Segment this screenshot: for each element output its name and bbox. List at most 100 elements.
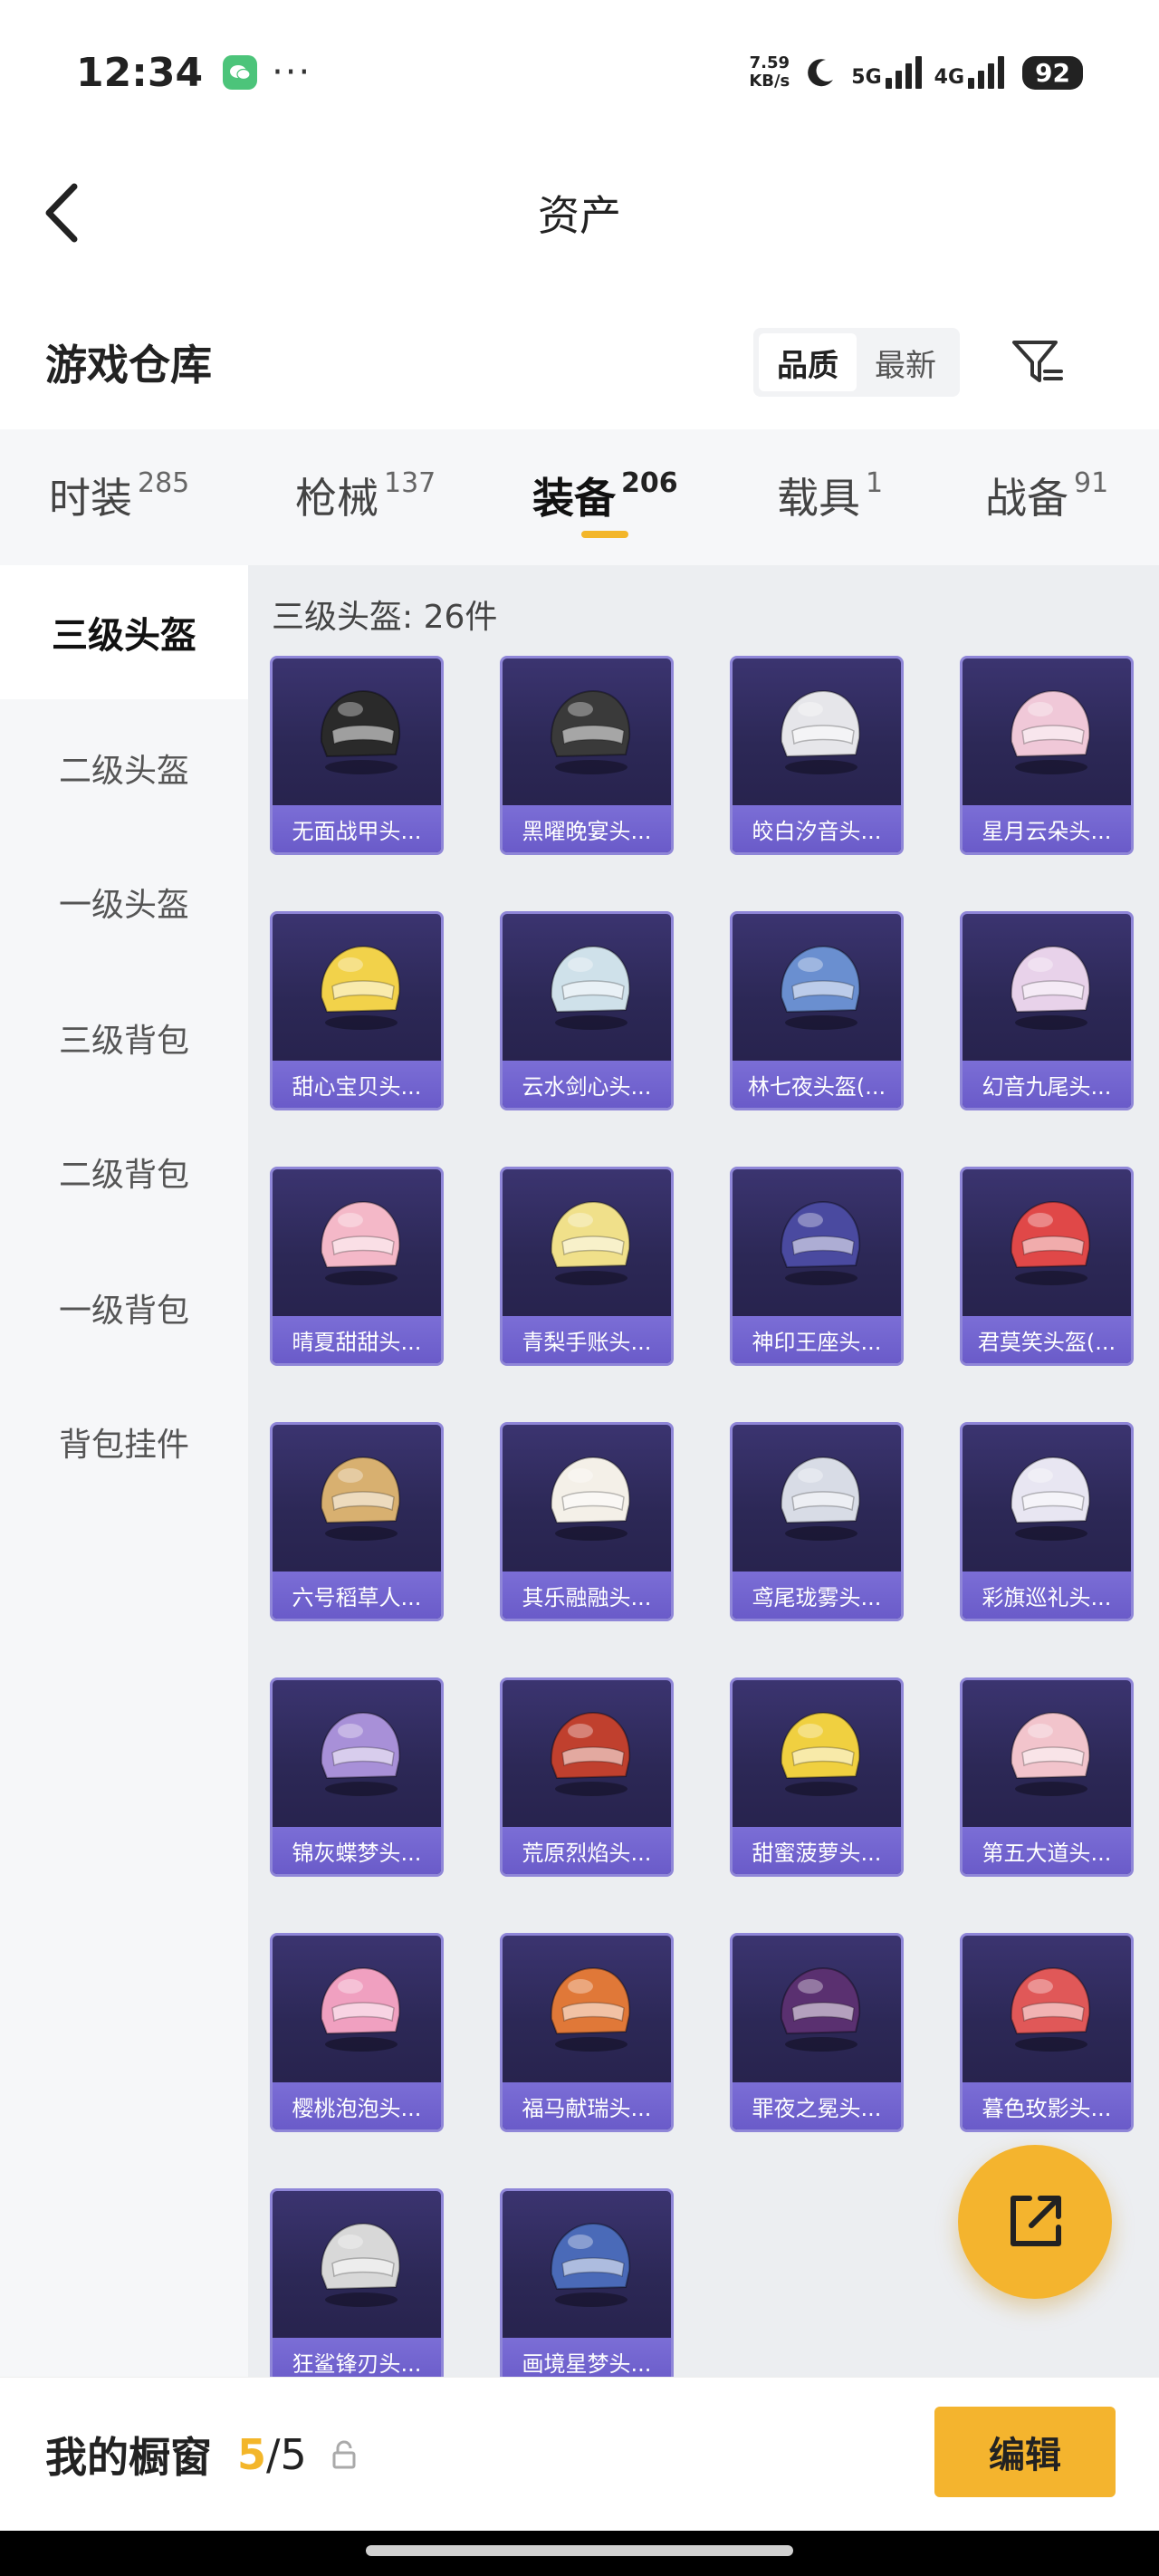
back-button[interactable] [42,179,87,246]
helmet-icon [1010,689,1091,774]
helmet-icon [320,1711,401,1796]
item-card[interactable]: 无面战甲头... [270,656,444,855]
chevron-left-icon [45,183,78,243]
more-notifications-icon: ··· [272,52,312,93]
share-button[interactable] [958,2145,1112,2299]
item-card[interactable]: 六号稻草人... [270,1422,444,1621]
tab-battle-gear[interactable]: 战备 91 [985,466,1108,525]
item-card[interactable]: 甜蜜菠萝头... [730,1677,904,1877]
item-card[interactable]: 青梨手账头... [500,1167,674,1366]
filter-icon [1012,341,1063,382]
item-name: 无面战甲头... [273,805,441,852]
status-bar: 12:34 ··· 7.59 KB/s 5G 4G 92 [0,0,1159,145]
sidebar-item-level3-helmet[interactable]: 三级头盔 [0,565,248,699]
tab-count: 285 [138,467,190,499]
helmet-icon [780,1200,861,1285]
item-grid-area: 三级头盔: 26件 无面战甲头... 黑曜晚宴头... 皎白汐音头... 星月云朵头.… [248,565,1159,2388]
helmet-icon [320,1966,401,2052]
item-card[interactable]: 暮色玫影头... [960,1933,1134,2132]
page-header: 资产 [0,145,1159,281]
helmet-icon [320,945,401,1030]
item-card[interactable]: 晴夏甜甜头... [270,1167,444,1366]
helmet-icon [1010,1456,1091,1541]
item-name: 黑曜晚宴头... [503,805,671,852]
item-card[interactable]: 星月云朵头... [960,656,1134,855]
status-time: 12:34 [76,49,204,96]
net-speed-value: 7.59 [749,53,790,72]
item-name: 神印王座头... [733,1316,901,1363]
helmet-icon [320,2222,401,2307]
item-name: 皎白汐音头... [733,805,901,852]
helmet-icon [780,945,861,1030]
sidebar-item-level2-helmet[interactable]: 二级头盔 [0,701,248,835]
item-card[interactable]: 神印王座头... [730,1167,904,1366]
item-name: 晴夏甜甜头... [273,1316,441,1363]
sidebar-item-level2-backpack[interactable]: 二级背包 [0,1105,248,1239]
item-card[interactable]: 黑曜晚宴头... [500,656,674,855]
item-card[interactable]: 狂鲨锋刃头... [270,2188,444,2388]
sort-quality-option[interactable]: 品质 [759,333,857,391]
tab-fashion[interactable]: 时装 285 [49,466,189,525]
helmet-icon [550,2222,631,2307]
signal-bars-icon [885,56,922,89]
item-card[interactable]: 鸢尾珑雾头... [730,1422,904,1621]
item-name: 福马献瑞头... [503,2082,671,2129]
helmet-icon [550,1456,631,1541]
tab-label: 时装 [49,474,132,523]
item-card[interactable]: 甜心宝贝头... [270,911,444,1110]
sidebar-item-level1-helmet[interactable]: 一级头盔 [0,835,248,969]
item-name: 林七夜头盔(... [733,1061,901,1108]
item-card[interactable]: 云水剑心头... [500,911,674,1110]
helmet-icon [320,1456,401,1541]
item-name: 幻音九尾头... [963,1061,1131,1108]
active-tab-indicator [581,531,628,538]
status-indicators: 7.59 KB/s 5G 4G 92 [749,54,1083,91]
item-name: 暮色玫影头... [963,2082,1131,2129]
share-icon [1011,2196,1061,2246]
item-name: 鸢尾珑雾头... [733,1572,901,1619]
category-tabs: 时装 285 枪械 137 装备 206 载具 1 战备 91 [0,429,1159,565]
tab-firearms[interactable]: 枪械 137 [295,466,436,525]
helmet-icon [1010,1200,1091,1285]
edit-button[interactable]: 编辑 [934,2407,1116,2497]
showcase-count: 5/5 [237,2430,307,2479]
item-card[interactable]: 第五大道头... [960,1677,1134,1877]
helmet-icon [550,1711,631,1796]
item-card[interactable]: 福马献瑞头... [500,1933,674,2132]
item-card[interactable]: 其乐融融头... [500,1422,674,1621]
tab-label: 战备 [985,474,1068,523]
item-card[interactable]: 彩旗巡礼头... [960,1422,1134,1621]
subcategory-sidebar: 三级头盔 二级头盔 一级头盔 三级背包 二级背包 一级背包 背包挂件 [0,565,248,2377]
item-card[interactable]: 画境星梦头... [500,2188,674,2388]
sort-newest-option[interactable]: 最新 [857,333,954,391]
tab-count: 137 [384,467,436,499]
sidebar-item-level1-backpack[interactable]: 一级背包 [0,1241,248,1375]
item-card[interactable]: 君莫笑头盔(... [960,1167,1134,1366]
item-card[interactable]: 荒原烈焰头... [500,1677,674,1877]
net-speed: 7.59 KB/s [749,54,790,91]
showcase-label: 我的橱窗 [45,2432,212,2482]
item-card[interactable]: 皎白汐音头... [730,656,904,855]
helmet-icon [550,945,631,1030]
sidebar-item-level3-backpack[interactable]: 三级背包 [0,971,248,1105]
item-card[interactable]: 罪夜之冕头... [730,1933,904,2132]
filter-button[interactable] [1009,333,1067,391]
tab-label: 枪械 [295,474,378,523]
tab-equipment[interactable]: 装备 206 [532,466,678,525]
signal-4g-label: 4G [934,66,965,89]
helmet-icon [1010,1711,1091,1796]
signal-bars-icon [968,56,1005,89]
warehouse-row: 游戏仓库 品质 最新 [0,308,1159,417]
item-name: 青梨手账头... [503,1316,671,1363]
item-card[interactable]: 林七夜头盔(... [730,911,904,1110]
warehouse-title: 游戏仓库 [45,341,212,389]
tab-vehicles[interactable]: 载具 1 [777,466,883,525]
home-indicator[interactable] [366,2545,793,2556]
sidebar-item-backpack-charm[interactable]: 背包挂件 [0,1375,248,1509]
helmet-icon [780,1711,861,1796]
item-card[interactable]: 樱桃泡泡头... [270,1933,444,2132]
item-name: 其乐融融头... [503,1572,671,1619]
item-card[interactable]: 幻音九尾头... [960,911,1134,1110]
showcase-bar: 我的橱窗 5/5 编辑 [0,2377,1159,2531]
item-card[interactable]: 锦灰蝶梦头... [270,1677,444,1877]
